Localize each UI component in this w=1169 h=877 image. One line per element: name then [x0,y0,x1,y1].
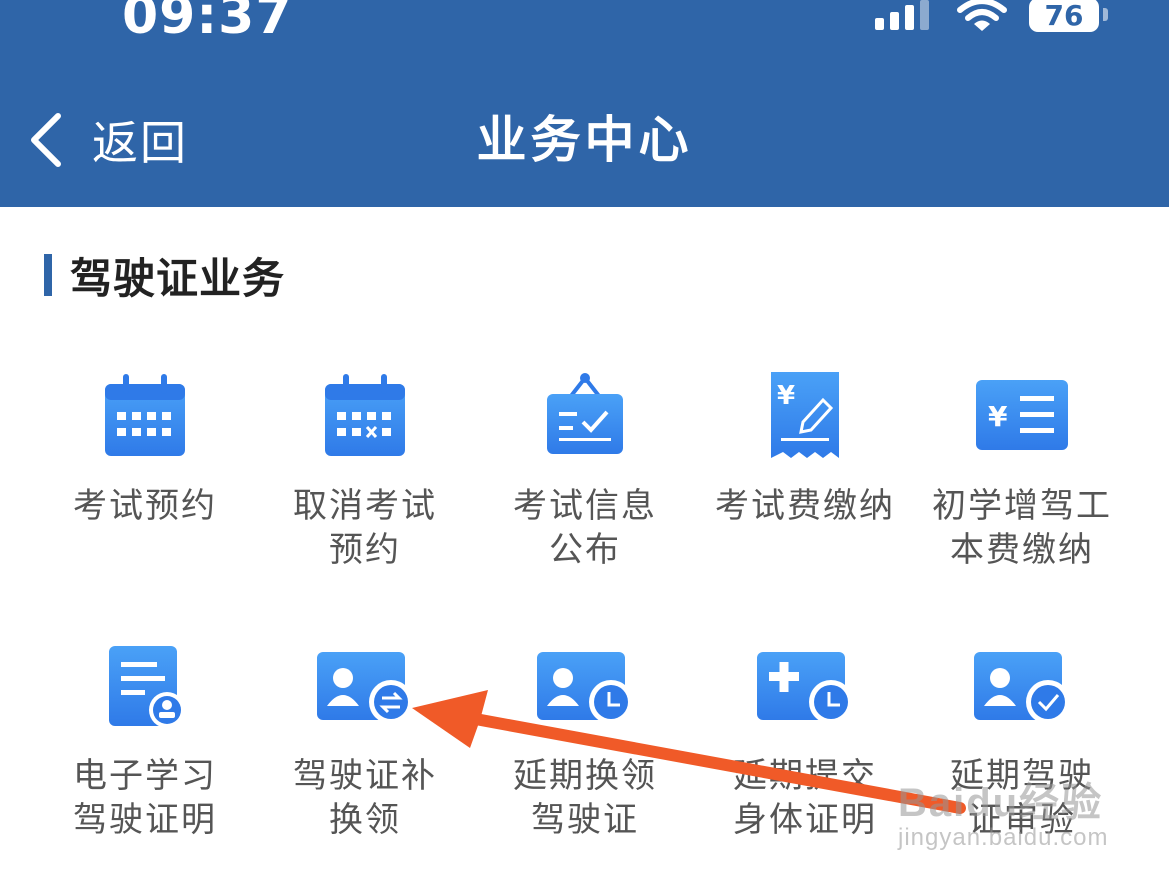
section-title: 驾驶证业务 [70,253,286,303]
page-title: 业务中心 [476,111,693,169]
section-accent-bar [44,254,52,296]
app-header: 09:37 76 返回 业务中心 [0,0,1169,207]
service-exam-info[interactable]: 考试信息 公布 [475,370,695,572]
notice-board-icon [535,370,635,466]
service-delay-license-renewal[interactable]: 延期换领 驾驶证 [475,640,695,842]
service-delay-license-review[interactable]: 延期驾驶 证审验 [912,640,1132,842]
license-clock-icon [535,640,635,736]
service-license-replacement[interactable]: 驾驶证补 换领 [255,640,475,842]
service-label: 驾驶证补 换领 [293,756,437,840]
service-exam-fee-payment[interactable]: ¥ 考试费缴纳 [695,370,915,528]
svg-text:¥: ¥ [777,381,795,411]
battery-indicator: 76 [1029,0,1108,32]
battery-level: 76 [1044,0,1084,32]
status-time: 09:37 [122,0,293,46]
service-label: 考试预约 [73,486,217,526]
section-header: 驾驶证业务 [44,252,285,303]
service-exam-booking[interactable]: 考试预约 [35,370,255,528]
service-label: 电子学习 驾驶证明 [73,756,217,840]
license-exchange-icon [315,640,415,736]
calendar-icon [95,370,195,466]
document-user-icon [95,640,195,736]
payment-card-icon: ¥ [972,370,1072,466]
service-label: 考试费缴纳 [715,486,895,526]
service-label: 延期换领 驾驶证 [513,756,657,840]
service-e-learning-certificate[interactable]: 电子学习 驾驶证明 [35,640,255,842]
service-learner-fee-payment[interactable]: ¥ 初学增驾工 本费缴纳 [912,370,1132,572]
service-label: 延期驾驶 证审验 [950,756,1094,840]
license-check-icon [972,640,1072,736]
medical-clock-icon [755,640,855,736]
service-cancel-exam-booking[interactable]: 取消考试 预约 [255,370,475,572]
service-label: 初学增驾工 本费缴纳 [932,486,1112,570]
wifi-icon [957,0,1007,31]
service-delay-health-certificate[interactable]: 延期提交 身体证明 [695,640,915,842]
service-label: 考试信息 公布 [513,486,657,570]
calendar-cancel-icon [315,370,415,466]
status-icons: 76 [875,0,1108,36]
service-label: 取消考试 预约 [293,486,437,570]
cellular-signal-icon [875,0,929,30]
receipt-icon: ¥ [755,370,855,466]
svg-text:¥: ¥ [988,400,1008,433]
service-label: 延期提交 身体证明 [733,756,877,840]
